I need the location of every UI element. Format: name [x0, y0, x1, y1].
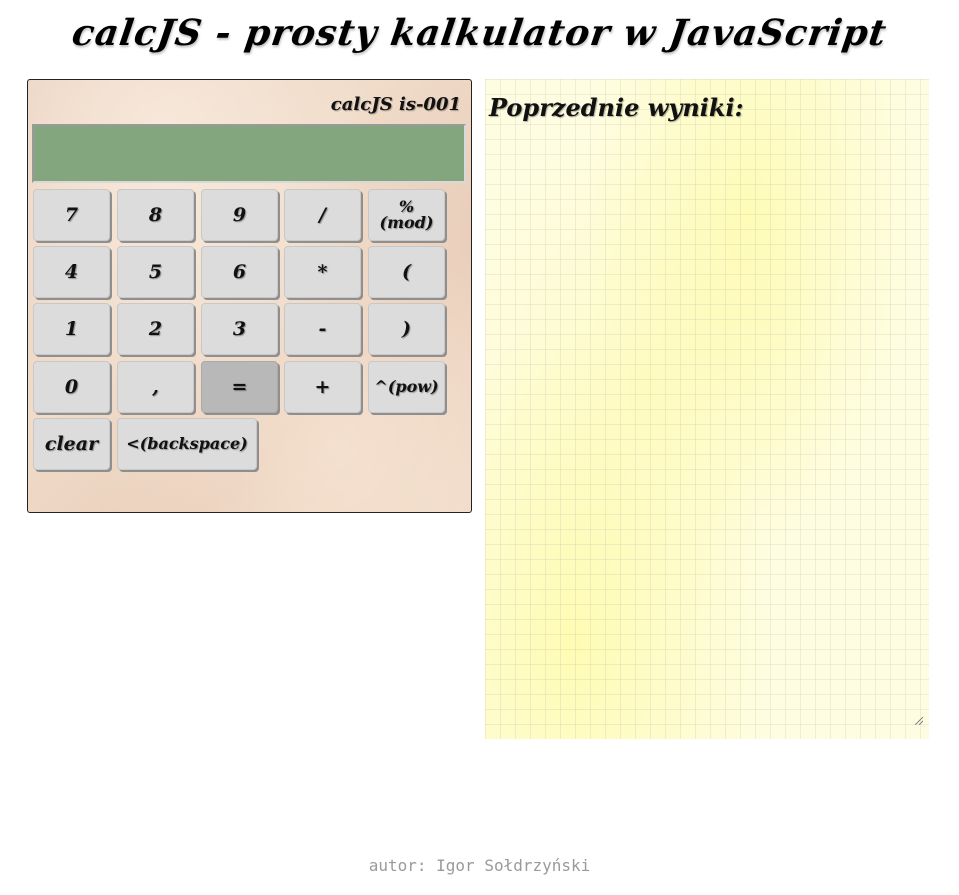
history-title: Poprzednie wyniki:: [489, 93, 744, 122]
key-3[interactable]: 3: [201, 303, 278, 355]
key-modulo[interactable]: % (mod): [368, 189, 445, 241]
key-comma[interactable]: ,: [117, 361, 194, 413]
key-1[interactable]: 1: [33, 303, 110, 355]
key-divide[interactable]: /: [284, 189, 361, 241]
history-textarea[interactable]: [489, 131, 925, 727]
key-5[interactable]: 5: [117, 246, 194, 298]
key-2[interactable]: 2: [117, 303, 194, 355]
key-7[interactable]: 7: [33, 189, 110, 241]
page-title: calcJS - prosty kalkulator w JavaScript: [69, 12, 890, 54]
key-equals[interactable]: =: [201, 361, 278, 413]
key-9[interactable]: 9: [201, 189, 278, 241]
key-power[interactable]: ^(pow): [368, 361, 445, 413]
key-subtract[interactable]: -: [284, 303, 361, 355]
key-right-paren[interactable]: ): [368, 303, 445, 355]
key-add[interactable]: +: [284, 361, 361, 413]
key-multiply[interactable]: *: [284, 246, 361, 298]
footer-author: autor: Igor Sołdrzyński: [368, 856, 591, 875]
resize-grip-icon[interactable]: [915, 717, 923, 725]
key-backspace[interactable]: <(backspace): [117, 418, 257, 470]
calculator-panel: calcJS is-001 7 8 9 / % (mod) 4 5 6 * ( …: [27, 79, 472, 513]
history-panel: Poprzednie wyniki:: [485, 79, 929, 739]
key-6[interactable]: 6: [201, 246, 278, 298]
calculator-display[interactable]: [32, 124, 466, 183]
key-left-paren[interactable]: (: [368, 246, 445, 298]
calculator-model-label: calcJS is-001: [330, 94, 461, 115]
key-4[interactable]: 4: [33, 246, 110, 298]
key-clear[interactable]: clear: [33, 418, 110, 470]
key-0[interactable]: 0: [33, 361, 110, 413]
key-8[interactable]: 8: [117, 189, 194, 241]
